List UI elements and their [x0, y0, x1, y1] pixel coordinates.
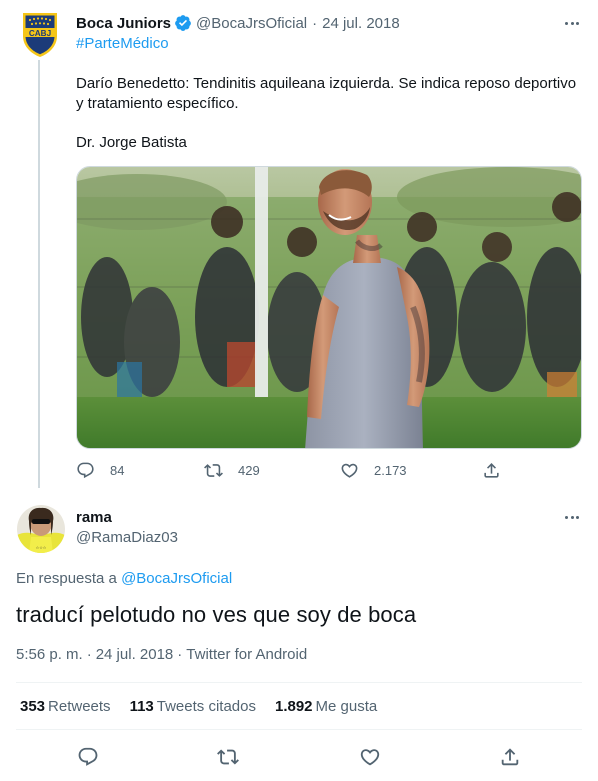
- svg-text:☆☆☆: ☆☆☆: [36, 545, 47, 550]
- parent-tweet[interactable]: CABJ Boca Juniors @BocaJrsOficial · 24 j…: [0, 0, 598, 492]
- likes-stat-link[interactable]: 1.892 Me gusta: [275, 698, 377, 715]
- quote-tweets-label: Tweets citados: [156, 698, 256, 715]
- tweet-date[interactable]: 24 jul. 2018: [322, 15, 400, 32]
- retweet-count: 429: [238, 462, 260, 478]
- tweet-full-date[interactable]: 24 jul. 2018: [96, 646, 174, 663]
- thread-connector-line: [38, 60, 40, 488]
- author-name[interactable]: Boca Juniors: [76, 15, 171, 32]
- reply-tweet-text: traducí pelotudo no ves que soy de boca: [16, 602, 417, 627]
- retweets-count: 353: [20, 698, 46, 715]
- retweets-stat-link[interactable]: 353 Retweets: [20, 698, 111, 715]
- rama-avatar[interactable]: ☆☆☆: [17, 505, 65, 553]
- separator-dot: ·: [312, 14, 318, 32]
- tweet-time[interactable]: 5:56 p. m.: [16, 646, 83, 663]
- like-button[interactable]: 2.173: [340, 458, 407, 482]
- tweet-photo[interactable]: [76, 166, 582, 449]
- reply-tweet-actions: [16, 744, 582, 770]
- separator-dot: ·: [177, 646, 183, 663]
- more-options-button[interactable]: [562, 13, 582, 33]
- reply-author-name[interactable]: rama: [76, 509, 112, 526]
- reply-button[interactable]: [75, 744, 101, 770]
- like-button[interactable]: [357, 744, 383, 770]
- quote-tweets-count: 113: [129, 698, 154, 715]
- divider: [16, 682, 582, 683]
- verified-badge-icon: [175, 15, 191, 31]
- football-player-photo: [77, 167, 581, 448]
- svg-text:CABJ: CABJ: [29, 29, 51, 38]
- replying-to-prefix: En respuesta a: [16, 570, 117, 587]
- reply-icon: [78, 747, 98, 766]
- likes-count: 1.892: [274, 698, 313, 715]
- replying-to-line: En respuesta a @BocaJrsOficial: [16, 570, 232, 587]
- reply-more-options-button[interactable]: [562, 507, 582, 527]
- likes-label: Me gusta: [315, 698, 378, 715]
- heart-icon: [360, 749, 380, 766]
- share-button[interactable]: [482, 458, 501, 482]
- replying-to-handle-link[interactable]: @BocaJrsOficial: [121, 570, 232, 587]
- share-button[interactable]: [497, 744, 523, 770]
- like-count: 2.173: [374, 462, 407, 478]
- retweets-label: Retweets: [48, 698, 111, 715]
- share-icon: [484, 462, 499, 478]
- separator-dot: ·: [86, 646, 92, 663]
- user-avatar-photo: ☆☆☆: [17, 505, 65, 553]
- retweet-icon: [217, 749, 239, 765]
- parent-tweet-actions: 84 429 2.173: [76, 458, 506, 482]
- retweet-button[interactable]: [215, 744, 241, 770]
- boca-crest-icon: CABJ: [23, 13, 57, 57]
- tweet-meta: 5:56 p. m. · 24 jul. 2018 · Twitter for Andr…: [16, 646, 307, 663]
- tweet-signature: Dr. Jorge Batista: [76, 134, 187, 151]
- retweet-button[interactable]: 429: [204, 458, 260, 482]
- retweet-icon: [204, 463, 223, 477]
- parent-tweet-header: Boca Juniors @BocaJrsOficial · 24 jul. 2…: [76, 13, 400, 33]
- reply-count: 84: [110, 462, 125, 478]
- boca-juniors-avatar[interactable]: CABJ: [20, 10, 60, 58]
- divider: [16, 729, 582, 730]
- author-handle[interactable]: @BocaJrsOficial: [196, 15, 307, 32]
- hashtag-link[interactable]: #ParteMédico: [76, 35, 169, 52]
- share-icon: [501, 748, 519, 766]
- heart-icon: [341, 463, 358, 478]
- tweet-text: Darío Benedetto: Tendinitis aquileana iz…: [76, 75, 577, 112]
- tweet-stats: 353 Retweets 113 Tweets citados 1.892 Me gu…: [20, 698, 396, 715]
- quote-tweets-stat-link[interactable]: 113 Tweets citados: [130, 698, 256, 715]
- reply-author-handle[interactable]: @RamaDiaz03: [76, 529, 178, 546]
- tweet-source-link[interactable]: Twitter for Android: [186, 646, 307, 663]
- reply-icon: [77, 462, 94, 478]
- reply-button[interactable]: 84: [76, 458, 124, 482]
